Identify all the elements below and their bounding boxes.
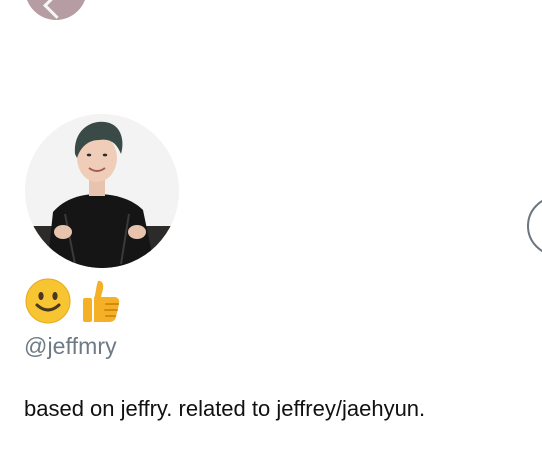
avatar-photo	[25, 114, 179, 268]
avatar[interactable]	[25, 114, 179, 268]
profile-bio: based on jeffry. related to jeffrey/jaeh…	[24, 396, 426, 421]
chevron-left-icon	[43, 0, 70, 19]
emoji-row	[24, 276, 124, 326]
smiley-emoji-icon	[25, 278, 71, 324]
side-circle-button[interactable]	[527, 196, 542, 256]
back-button[interactable]	[25, 0, 87, 20]
profile-page: @jeffmry based on jeffry. related to jef…	[0, 0, 542, 452]
thumbs-up-emoji-icon	[83, 280, 120, 322]
username-handle: @jeffmry	[24, 333, 117, 359]
